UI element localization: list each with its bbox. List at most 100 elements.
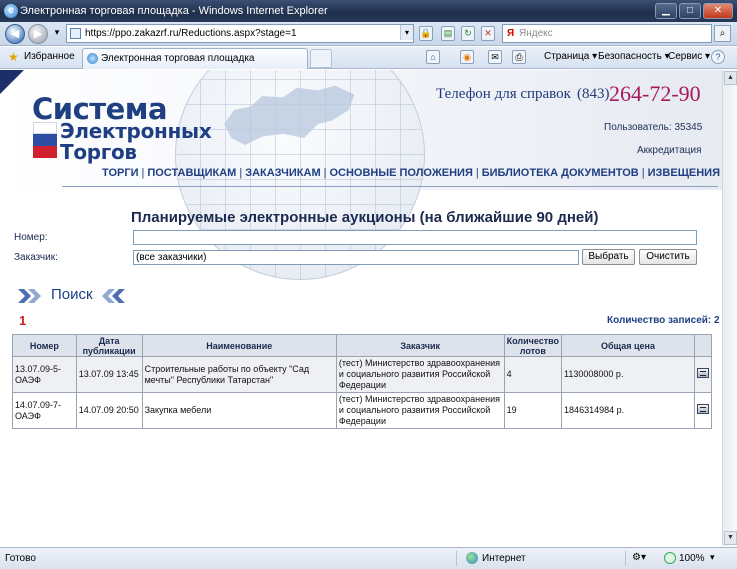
favorites-button[interactable]: Избранное [24,51,75,62]
history-dropdown-icon[interactable]: ▾ [50,26,64,41]
status-divider [456,551,457,566]
number-input[interactable] [133,230,697,245]
corner-decoration [0,70,24,94]
accreditation-link[interactable]: Аккредитация [637,145,702,156]
select-button[interactable]: Выбрать [582,249,635,265]
table-row[interactable]: 14.07.09-7-ОАЭФ 14.07.09 20:50 Закупка м… [12,392,713,429]
status-bar: Готово Интернет ⚙▾ 100% ▾ [0,547,737,569]
logo-trades[interactable]: Торгов [60,140,137,164]
nav-suppliers[interactable]: ПОСТАВЩИКАМ [147,167,236,179]
vertical-scrollbar[interactable]: ▲ ▼ [722,70,737,546]
cell-date: 14.07.09 20:50 [75,392,143,429]
table-row[interactable]: 13.07.09-5-ОАЭФ 13.07.09 13:45 Строитель… [12,356,713,393]
cell-name: Закупка мебели [141,392,337,429]
menu-page[interactable]: Страница ▾ [544,51,597,62]
search-chevron-left-icon [102,289,125,303]
menu-service[interactable]: Сервис ▾ [668,51,710,62]
lock-icon[interactable]: 🔒 [419,26,433,41]
mail-icon[interactable]: ✉ [488,50,502,64]
search-go-icon[interactable]: ⌕ [714,25,731,42]
yandex-icon: Я [507,28,515,39]
col-header-customer[interactable]: Заказчик [335,334,505,357]
status-text: Готово [5,553,36,564]
nav-notices[interactable]: ИЗВЕЩЕНИЯ О ЗАКАЗАХ [648,167,722,179]
menu-safety[interactable]: Безопасность ▾ [598,51,670,62]
number-label: Номер: [14,232,48,243]
search-chevron-right-icon [18,289,41,303]
favorites-star-icon[interactable]: ★ [8,51,19,64]
tab-title: Электронная торговая площадка [101,53,255,64]
cell-price: 1846314984 р. [561,392,695,429]
protected-mode-icon[interactable]: ⚙▾ [632,552,646,563]
scroll-down-icon[interactable]: ▼ [724,531,737,545]
view-details-icon[interactable] [696,404,709,414]
col-header-actions [693,334,713,357]
user-info: Пользователь: 35345 [604,122,703,133]
customer-label: Заказчик: [14,252,58,263]
forward-button[interactable]: ▶ [28,24,48,44]
cell-customer: (тест) Министерство здравоохранения и со… [335,356,505,393]
zoom-icon[interactable] [664,552,676,564]
col-header-number[interactable]: Номер [12,334,77,357]
cell-number[interactable]: 14.07.09-7-ОАЭФ [12,392,77,429]
close-button[interactable]: ✕ [703,3,733,19]
col-header-lots[interactable]: Количество лотов [503,334,563,357]
auctions-table: Номер Дата публикации Наименование Заказ… [12,334,713,429]
security-zone[interactable]: Интернет [482,553,526,564]
view-details-icon[interactable] [696,368,709,378]
zoom-level[interactable]: 100% [679,553,705,564]
menu-page-label: Страница [544,51,590,62]
zoom-dropdown-icon[interactable]: ▾ [710,552,715,563]
customer-input[interactable]: (все заказчики) [133,250,579,265]
cell-lots: 4 [503,356,563,393]
nav-regulations[interactable]: ОСНОВНЫЕ ПОЛОЖЕНИЯ [329,167,472,179]
address-url-text: https://ppo.zakazrf.ru/Reductions.aspx?s… [85,28,297,39]
col-header-date[interactable]: Дата публикации [75,334,143,357]
nav-library[interactable]: БИБЛИОТЕКА ДОКУМЕНТОВ [482,167,639,179]
cell-number[interactable]: 13.07.09-5-ОАЭФ [12,356,77,393]
stop-icon[interactable]: ✕ [481,26,495,41]
main-nav: ТОРГИ | ПОСТАВЩИКАМ | ЗАКАЗЧИКАМ | ОСНОВНЫЕ ПО… [102,167,722,179]
flag-icon [33,122,57,158]
favorites-tab-bar: ★ Избранное Электронная торговая площадк… [0,47,737,69]
compatibility-icon[interactable]: ▤ [441,26,455,41]
scroll-up-icon[interactable]: ▲ [724,71,737,85]
search-input[interactable]: Я Яндекс [502,24,712,43]
feeds-icon[interactable]: ◉ [460,50,474,64]
page-icon [70,28,81,39]
clear-button[interactable]: Очистить [639,249,697,265]
cell-price: 1130008000 р. [561,356,695,393]
help-icon[interactable]: ? [711,50,725,64]
page-viewport: Система Электронных Торгов Телефон для с… [0,70,722,546]
phone-code: (843) [577,86,610,102]
phone-label: Телефон для справок [436,86,571,102]
search-toggle[interactable]: Поиск [51,286,93,303]
new-tab-button[interactable] [310,49,332,68]
refresh-icon[interactable]: ↻ [461,26,475,41]
tab-active[interactable]: Электронная торговая площадка [82,48,308,69]
nav-trades[interactable]: ТОРГИ [102,167,138,179]
page-number-current[interactable]: 1 [19,313,26,328]
nav-customers[interactable]: ЗАКАЗЧИКАМ [245,167,320,179]
phone-number: 264-72-90 [609,81,701,106]
table-header-row: Номер Дата публикации Наименование Заказ… [12,334,713,357]
back-button[interactable]: ◀ [5,24,25,44]
tab-ie-icon [87,53,98,64]
menu-safety-label: Безопасность [598,51,662,62]
col-header-name[interactable]: Наименование [141,334,337,357]
cell-actions [693,356,713,393]
cell-name: Строительные работы по объекту "Сад мечт… [141,356,337,393]
address-dropdown-icon[interactable]: ▾ [400,25,413,40]
menu-service-label: Сервис [668,51,703,62]
records-count: Количество записей: 2 [607,315,720,326]
minimize-button[interactable]: ▁ [655,3,677,19]
print-icon[interactable]: ⎙ [512,50,526,64]
address-input[interactable]: https://ppo.zakazrf.ru/Reductions.aspx?s… [66,24,414,43]
maximize-button[interactable]: □ [679,3,701,19]
nav-divider [62,186,718,187]
cell-date: 13.07.09 13:45 [75,356,143,393]
window-controls: ▁ □ ✕ [655,3,733,19]
home-icon[interactable]: ⌂ [426,50,440,64]
search-placeholder: Яндекс [519,28,553,39]
col-header-price[interactable]: Общая цена [561,334,695,357]
